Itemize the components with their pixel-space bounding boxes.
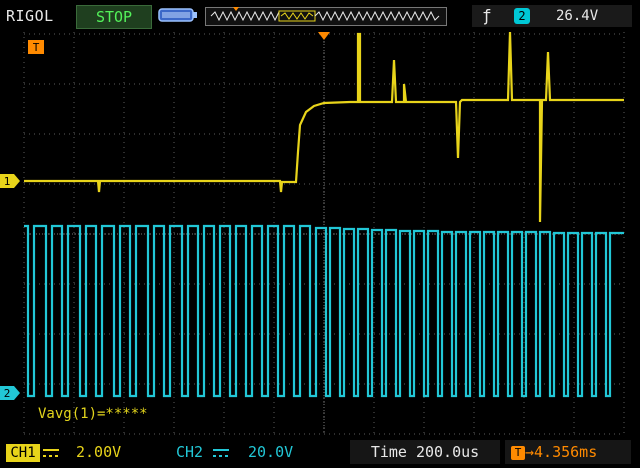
trigger-level-value: 26.4V [556,8,599,24]
brand-logo: RIGOL [6,7,54,25]
battery-icon [158,8,197,22]
ch2-scale: 20.0V [248,443,294,461]
rising-edge-icon: ƒ [482,6,492,25]
run-stop-status[interactable]: STOP [76,5,152,29]
ch1-scale: 2.00V [76,443,122,461]
time-label: Time [370,443,407,461]
trigger-source-badge: 2 [514,8,530,24]
ch1-marker-label: 1 [4,175,11,188]
memory-overview-bar[interactable] [205,5,447,27]
dc-coupling-icon [43,449,59,457]
top-status-bar: RIGOL STOP ƒ 2 26.4V [0,0,640,32]
bottom-status-bar: CH1 2.00V CH2 20.0V Time 200.0us T →4.356… [0,436,640,468]
waveform-display[interactable]: T 1 2 [0,32,640,436]
trigger-position-value: 4.356ms [534,443,598,461]
trigger-level-marker: T [28,40,44,54]
ch2-label[interactable]: CH2 [176,440,203,464]
trigger-position-icon: T [511,445,525,460]
measurement-vavg: Vavg(1)=***** [38,406,148,422]
time-scale: 200.0us [415,443,480,461]
trigger-level-marker-label: T [33,41,40,54]
trigger-settings[interactable]: ƒ 2 26.4V [472,5,632,27]
timebase-setting[interactable]: Time 200.0us [350,440,500,464]
ch1-label[interactable]: CH1 [6,444,40,462]
arrow-right-icon: → [525,443,535,461]
ch2-marker-label: 2 [4,387,11,400]
trigger-position-setting[interactable]: T →4.356ms [505,440,631,464]
dc-coupling-icon [213,449,229,457]
